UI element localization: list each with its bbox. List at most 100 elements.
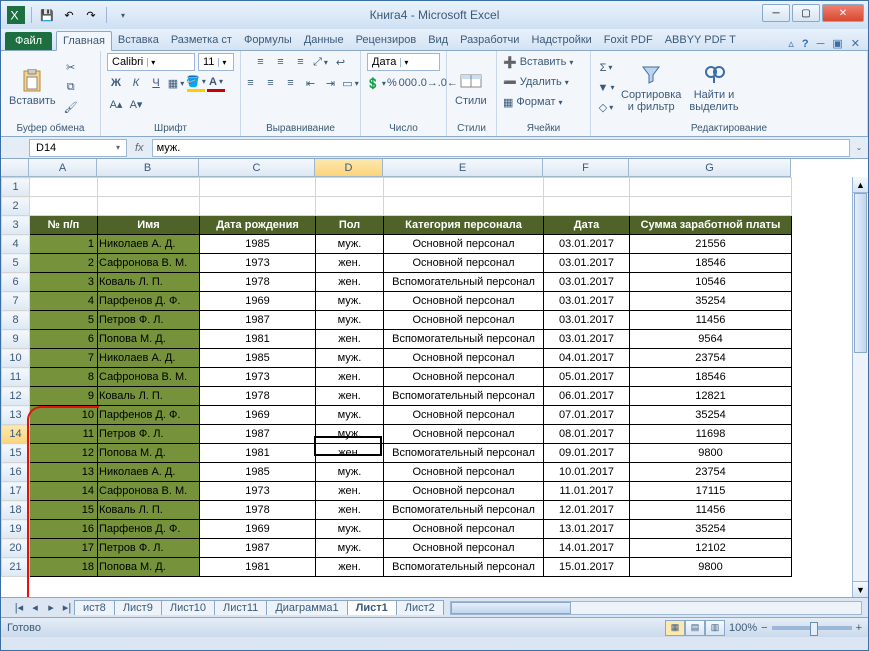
column-header-B[interactable]: B <box>97 159 199 177</box>
cell[interactable]: муж. <box>316 349 384 368</box>
cell[interactable]: жен. <box>316 368 384 387</box>
name-box[interactable]: D14▾ <box>29 139 127 157</box>
undo-icon[interactable]: ↶ <box>60 6 78 24</box>
table-header[interactable]: Имя <box>98 216 200 235</box>
cell[interactable]: 16 <box>30 520 98 539</box>
qat-customize[interactable] <box>113 6 131 24</box>
cell[interactable]: 21556 <box>630 235 792 254</box>
cell[interactable] <box>30 178 98 197</box>
zoom-in-icon[interactable]: + <box>856 622 862 634</box>
percent-icon[interactable]: % <box>387 74 397 92</box>
cell[interactable]: 15 <box>30 501 98 520</box>
cell[interactable]: 18 <box>30 558 98 577</box>
cell[interactable]: 9800 <box>630 444 792 463</box>
cell[interactable]: 10.01.2017 <box>544 463 630 482</box>
cell[interactable]: 1978 <box>200 387 316 406</box>
find-select-button[interactable]: Найти и выделить <box>687 63 740 113</box>
cell[interactable] <box>200 197 316 216</box>
cell[interactable]: жен. <box>316 444 384 463</box>
row-header-17[interactable]: 17 <box>2 482 30 501</box>
cell[interactable]: 1969 <box>200 406 316 425</box>
cell[interactable] <box>98 178 200 197</box>
comma-icon[interactable]: 000 <box>399 74 417 92</box>
cell[interactable]: 11.01.2017 <box>544 482 630 501</box>
indent-inc-icon[interactable]: ⇥ <box>322 74 340 92</box>
tab-nav-last[interactable]: ▸| <box>59 601 75 614</box>
row-header-8[interactable]: 8 <box>2 311 30 330</box>
cell[interactable]: 10 <box>30 406 98 425</box>
normal-view-icon[interactable]: ▦ <box>665 620 685 636</box>
cell[interactable]: 7 <box>30 349 98 368</box>
cell[interactable]: Попова М. Д. <box>98 444 200 463</box>
ribbon-tab-6[interactable]: Вид <box>422 31 454 50</box>
row-header-21[interactable]: 21 <box>2 558 30 577</box>
ribbon-tab-4[interactable]: Данные <box>298 31 350 50</box>
cell[interactable]: Сафронова В. М. <box>98 482 200 501</box>
file-tab[interactable]: Файл <box>5 32 52 50</box>
clear-icon[interactable]: ◇ <box>597 99 615 117</box>
cell[interactable]: Основной персонал <box>384 520 544 539</box>
font-name-combo[interactable]: Calibri▾ <box>107 53 195 71</box>
cell[interactable]: Парфенов Д. Ф. <box>98 520 200 539</box>
cell[interactable] <box>200 178 316 197</box>
maximize-button[interactable]: ▢ <box>792 4 820 22</box>
close-button[interactable]: ✕ <box>822 4 864 22</box>
cell[interactable]: 1985 <box>200 235 316 254</box>
help-icon[interactable]: ? <box>802 38 809 50</box>
cell[interactable]: Основной персонал <box>384 463 544 482</box>
border-button[interactable]: ▦ <box>167 74 185 92</box>
doc-close-icon[interactable]: ✕ <box>851 37 860 50</box>
cell[interactable]: Основной персонал <box>384 406 544 425</box>
cell[interactable]: 1973 <box>200 482 316 501</box>
table-header[interactable]: Сумма заработной платы <box>630 216 792 235</box>
cell[interactable]: Парфенов Д. Ф. <box>98 292 200 311</box>
cell[interactable]: 23754 <box>630 349 792 368</box>
row-header-7[interactable]: 7 <box>2 292 30 311</box>
italic-button[interactable]: К <box>127 74 145 92</box>
cell[interactable]: 35254 <box>630 406 792 425</box>
cell[interactable] <box>30 197 98 216</box>
cell[interactable]: 11 <box>30 425 98 444</box>
cell[interactable]: 09.01.2017 <box>544 444 630 463</box>
font-color-button[interactable]: A <box>207 74 225 92</box>
ribbon-tab-3[interactable]: Формулы <box>238 31 298 50</box>
cut-icon[interactable]: ✂ <box>62 59 80 77</box>
cell[interactable]: муж. <box>316 520 384 539</box>
cell[interactable]: Николаев А. Д. <box>98 349 200 368</box>
cell[interactable]: 12102 <box>630 539 792 558</box>
cell[interactable]: Парфенов Д. Ф. <box>98 406 200 425</box>
cell[interactable]: Сафронова В. М. <box>98 368 200 387</box>
tab-nav-prev[interactable]: ◂ <box>27 601 43 614</box>
ribbon-tab-5[interactable]: Рецензиров <box>350 31 423 50</box>
cell[interactable]: 06.01.2017 <box>544 387 630 406</box>
cell[interactable]: муж. <box>316 425 384 444</box>
increase-decimal-icon[interactable]: .0→ <box>419 74 437 92</box>
cell[interactable]: 1981 <box>200 330 316 349</box>
cell[interactable] <box>544 178 630 197</box>
cell[interactable]: жен. <box>316 254 384 273</box>
cell[interactable]: Вспомогательный персонал <box>384 387 544 406</box>
select-all-corner[interactable] <box>1 159 29 177</box>
cell[interactable]: 13 <box>30 463 98 482</box>
column-header-C[interactable]: C <box>199 159 315 177</box>
cell[interactable]: 11456 <box>630 311 792 330</box>
cell[interactable]: 11456 <box>630 501 792 520</box>
doc-restore-icon[interactable]: ▣ <box>832 37 842 50</box>
horizontal-scrollbar[interactable] <box>450 601 862 615</box>
cell[interactable]: Попова М. Д. <box>98 330 200 349</box>
cell[interactable]: 14 <box>30 482 98 501</box>
cell[interactable]: 5 <box>30 311 98 330</box>
cell[interactable]: Вспомогательный персонал <box>384 273 544 292</box>
cell[interactable]: Основной персонал <box>384 311 544 330</box>
cell[interactable]: 1981 <box>200 558 316 577</box>
cell[interactable]: 1969 <box>200 520 316 539</box>
row-header-1[interactable]: 1 <box>2 178 30 197</box>
scroll-down-icon[interactable]: ▼ <box>853 581 868 597</box>
zoom-level[interactable]: 100% <box>729 622 757 634</box>
sheet-tab[interactable]: Диаграмма1 <box>266 600 347 615</box>
cell[interactable]: 1969 <box>200 292 316 311</box>
expand-formula-icon[interactable]: ⌄ <box>850 143 868 152</box>
row-header-13[interactable]: 13 <box>2 406 30 425</box>
column-header-G[interactable]: G <box>629 159 791 177</box>
cell[interactable]: 14.01.2017 <box>544 539 630 558</box>
